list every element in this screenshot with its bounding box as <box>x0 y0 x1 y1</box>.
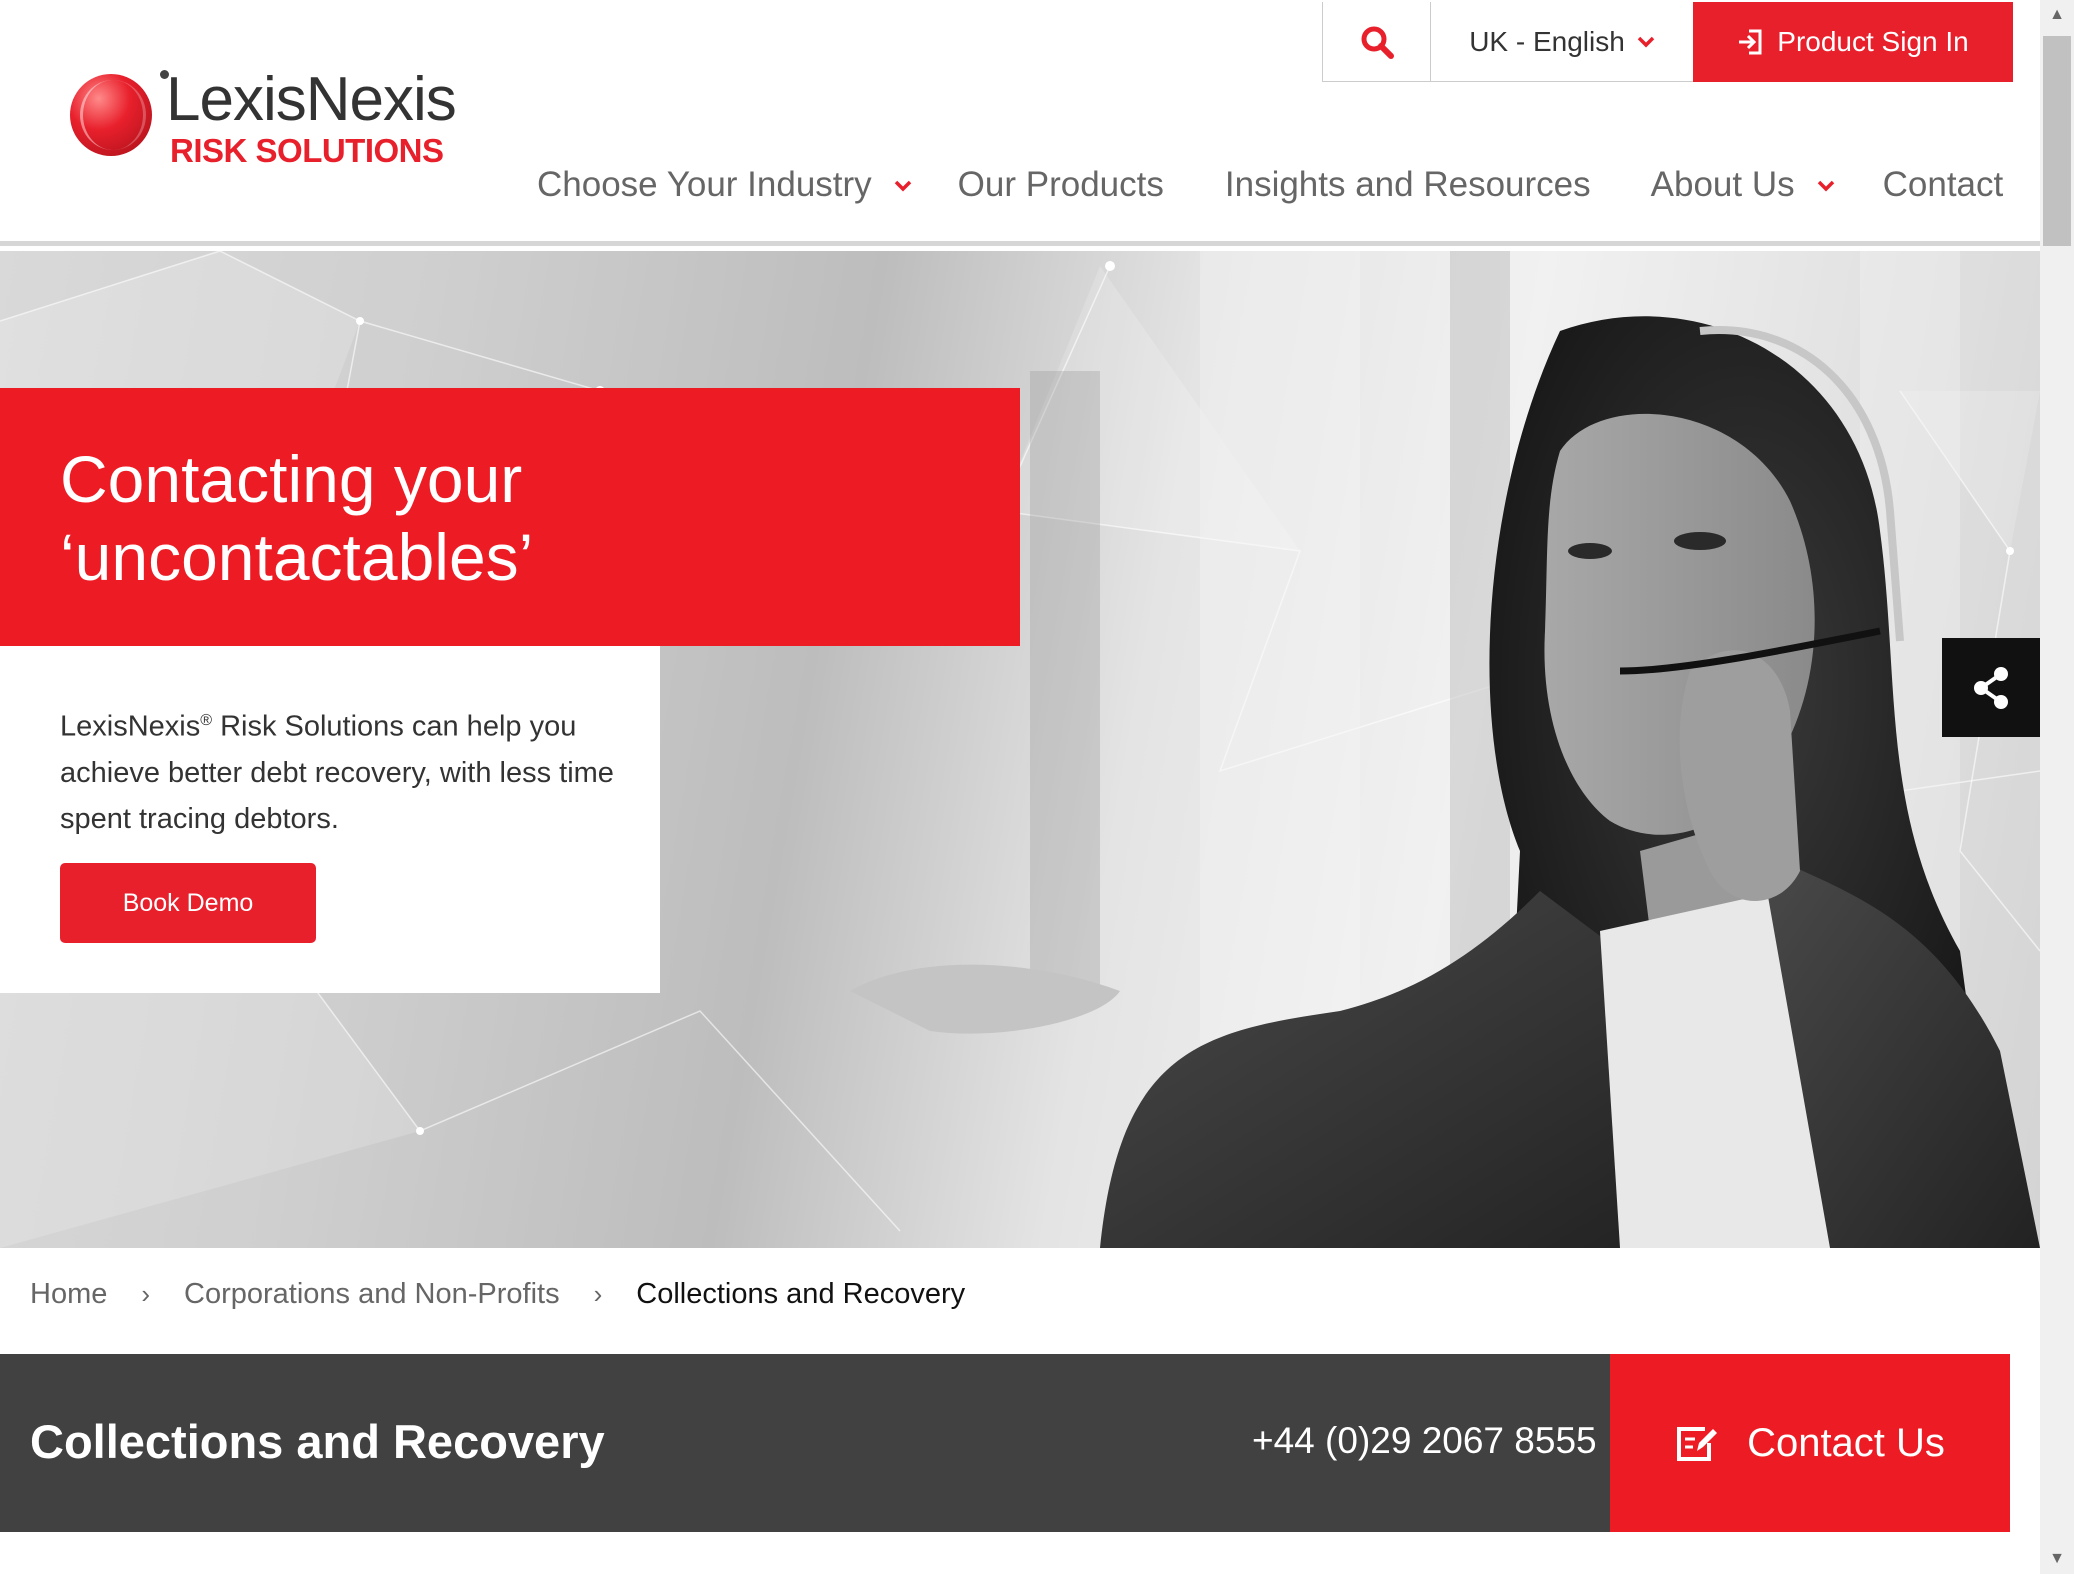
nav-contact[interactable]: Contact <box>1883 165 2004 205</box>
nav-label: Choose Your Industry <box>537 165 872 204</box>
registered-mark: ® <box>200 712 213 729</box>
nav-insights-resources[interactable]: Insights and Resources <box>1225 165 1591 205</box>
hero-banner: Contacting your ‘uncontactables’ LexisNe… <box>0 251 2040 1248</box>
hero-text-panel: LexisNexis® Risk Solutions can help you … <box>0 646 660 993</box>
chevron-down-icon <box>1637 31 1655 54</box>
sign-in-icon <box>1739 29 1762 55</box>
main-nav: Choose Your Industry Our Products Insigh… <box>537 165 2003 205</box>
language-selector[interactable]: UK - English <box>1431 2 1693 82</box>
product-sign-in-button[interactable]: Product Sign In <box>1693 2 2013 82</box>
page-scrollbar[interactable]: ▲ ▼ <box>2040 0 2074 1574</box>
logo-brand-text: LexisNexis <box>166 65 457 134</box>
share-icon <box>1974 666 2008 709</box>
hero-title-panel: Contacting your ‘uncontactables’ <box>0 388 1020 646</box>
hero-description: LexisNexis® Risk Solutions can help you … <box>60 698 620 842</box>
nav-label: Insights and Resources <box>1224 165 1591 204</box>
logo-subtitle: RISK SOLUTIONS <box>170 132 444 169</box>
search-button[interactable] <box>1323 2 1431 82</box>
section-title: Collections and Recovery <box>30 1415 605 1468</box>
breadcrumb: Home › Corporations and Non-Profits › Co… <box>30 1278 965 1311</box>
breadcrumb-separator: › <box>141 1279 151 1309</box>
logo-globe-icon <box>70 74 152 156</box>
scroll-up-arrow-icon[interactable]: ▲ <box>2040 0 2074 30</box>
nav-choose-industry[interactable]: Choose Your Industry <box>537 165 912 205</box>
section-header-bar: Collections and Recovery +44 (0)29 2067 … <box>0 1354 2010 1532</box>
phone-number[interactable]: +44 (0)29 2067 8555 <box>1252 1420 1597 1462</box>
utility-bar: UK - English Product Sign In <box>1322 2 2013 82</box>
hero-title-line-1: Contacting your <box>60 442 523 516</box>
sign-in-label: Product Sign In <box>1777 26 1969 57</box>
share-button[interactable] <box>1942 638 2040 737</box>
chevron-down-icon <box>894 172 912 198</box>
contact-us-label: Contact Us <box>1747 1420 1945 1465</box>
search-icon <box>1361 26 1394 59</box>
nav-label: Contact <box>1882 165 2004 204</box>
breadcrumb-current: Collections and Recovery <box>636 1278 966 1310</box>
nav-label: Our Products <box>957 165 1164 204</box>
breadcrumb-home[interactable]: Home <box>30 1278 107 1311</box>
nav-label: About Us <box>1650 165 1795 204</box>
language-label: UK - English <box>1469 26 1625 57</box>
hero-title: Contacting your ‘uncontactables’ <box>60 440 1020 596</box>
hero-title-line-2: ‘uncontactables’ <box>60 520 534 594</box>
lexisnexis-logo[interactable]: LexisNexis RISK SOLUTIONS <box>70 64 470 174</box>
scrollbar-thumb[interactable] <box>2043 36 2071 246</box>
scroll-down-arrow-icon[interactable]: ▼ <box>2040 1544 2074 1574</box>
book-demo-button[interactable]: Book Demo <box>60 863 316 943</box>
hero-text-brand: LexisNexis <box>60 710 201 743</box>
breadcrumb-corporations[interactable]: Corporations and Non-Profits <box>184 1278 560 1311</box>
nav-our-products[interactable]: Our Products <box>958 165 1164 205</box>
edit-form-icon <box>1677 1427 1718 1461</box>
chevron-down-icon <box>1817 172 1835 198</box>
breadcrumb-separator: › <box>593 1279 603 1309</box>
site-header: LexisNexis RISK SOLUTIONS UK - English P… <box>0 0 2040 246</box>
contact-us-button[interactable]: Contact Us <box>1610 1354 2010 1532</box>
nav-about-us[interactable]: About Us <box>1651 165 1835 205</box>
